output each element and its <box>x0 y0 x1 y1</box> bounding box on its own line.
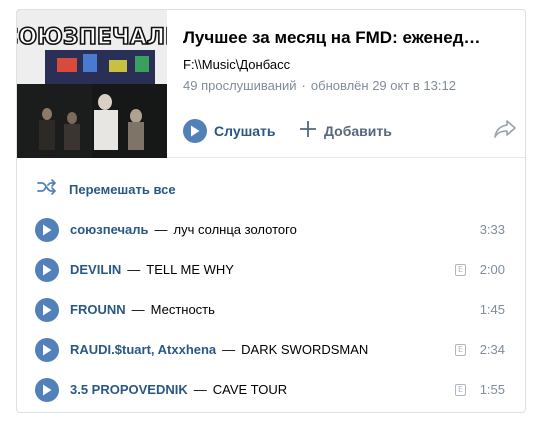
track-play-icon[interactable] <box>35 258 59 282</box>
cover-art-photo-right <box>92 84 167 158</box>
track-artist[interactable]: DEVILIN <box>70 262 121 277</box>
track-separator: — <box>193 382 207 397</box>
track-name: 3.5 PROPOVEDNIK — CAVE TOUR <box>70 382 287 397</box>
track-name: RAUDI.$tuart, Atxxhena — DARK SWORDSMAN <box>70 342 368 357</box>
play-playlist-button[interactable]: Слушать <box>183 118 276 144</box>
explicit-badge: E <box>455 264 466 276</box>
share-arrow-icon <box>493 119 517 144</box>
play-button-label: Слушать <box>214 123 276 139</box>
track-duration: 2:00 <box>479 262 505 277</box>
add-playlist-button[interactable]: Добавить <box>299 118 392 144</box>
track-separator: — <box>131 302 145 317</box>
track-row[interactable]: DEVILIN — TELL ME WHY E 2:00 <box>17 250 525 290</box>
track-separator: — <box>222 342 236 357</box>
track-row[interactable]: FROUNN — Местность 1:45 <box>17 290 525 330</box>
track-duration: 2:34 <box>479 342 505 357</box>
track-play-icon[interactable] <box>35 378 59 402</box>
svg-text:СОЮЗПЕЧАЛЬ: СОЮЗПЕЧАЛЬ <box>17 25 167 50</box>
track-title: луч солнца золотого <box>173 222 297 237</box>
cover-art-photo-left <box>17 84 92 158</box>
plus-icon <box>299 120 317 143</box>
play-count: 49 прослушиваний <box>183 78 297 93</box>
cover-art-title: СОЮЗПЕЧАЛЬ <box>17 10 167 84</box>
track-artist[interactable]: FROUNN <box>70 302 126 317</box>
updated-date: обновлён 29 окт в 13:12 <box>310 78 456 93</box>
track-separator: — <box>127 262 141 277</box>
playlist-actions: Слушать Добавить <box>183 118 517 144</box>
track-play-icon[interactable] <box>35 338 59 362</box>
shuffle-label: Перемешать все <box>69 181 176 197</box>
track-title: Местность <box>150 302 215 317</box>
playlist-header: СОЮЗПЕЧАЛЬ <box>17 10 525 158</box>
play-icon <box>183 119 207 143</box>
playlist-cover[interactable]: СОЮЗПЕЧАЛЬ <box>17 10 167 158</box>
track-duration: 1:45 <box>479 302 505 317</box>
playlist-meta: 49 прослушиваний · обновлён 29 окт в 13:12 <box>183 78 456 93</box>
track-title: DARK SWORDSMAN <box>241 342 369 357</box>
shuffle-icon <box>37 178 57 200</box>
track-title: TELL ME WHY <box>146 262 234 277</box>
share-button[interactable] <box>493 118 517 144</box>
track-artist[interactable]: союзпечаль <box>70 222 149 237</box>
track-artist[interactable]: RAUDI.$tuart, Atxxhena <box>70 342 216 357</box>
playlist-path: F:\\Music\Донбасс <box>183 57 291 72</box>
add-button-label: Добавить <box>324 123 392 139</box>
shuffle-all-button[interactable]: Перемешать все <box>37 178 176 200</box>
track-title: CAVE TOUR <box>212 382 288 397</box>
playlist-title[interactable]: Лучшее за месяц на FMD: еженед… <box>183 28 513 48</box>
track-row[interactable]: RAUDI.$tuart, Atxxhena — DARK SWORDSMAN E … <box>17 330 525 370</box>
track-duration: 3:33 <box>479 222 505 237</box>
track-name: FROUNN — Местность <box>70 302 215 317</box>
track-duration: 1:55 <box>479 382 505 397</box>
track-name: DEVILIN — TELL ME WHY <box>70 262 234 277</box>
track-row[interactable]: 3.5 PROPOVEDNIK — CAVE TOUR E 1:55 <box>17 370 525 410</box>
explicit-badge: E <box>455 344 466 356</box>
track-artist[interactable]: 3.5 PROPOVEDNIK <box>70 382 188 397</box>
meta-separator: · <box>301 78 306 93</box>
playlist-card: СОЮЗПЕЧАЛЬ <box>16 9 526 413</box>
track-name: союзпечаль — луч солнца золотого <box>70 222 297 237</box>
track-row[interactable]: союзпечаль — луч солнца золотого 3:33 <box>17 210 525 250</box>
track-play-icon[interactable] <box>35 298 59 322</box>
track-play-icon[interactable] <box>35 218 59 242</box>
explicit-badge: E <box>455 384 466 396</box>
track-separator: — <box>154 222 168 237</box>
